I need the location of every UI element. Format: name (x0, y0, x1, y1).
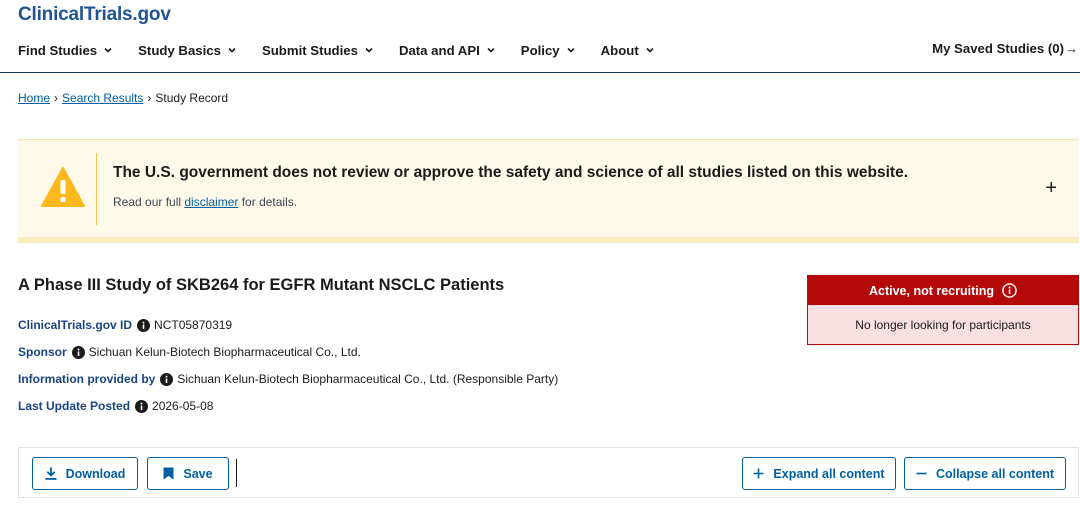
nav-data-and-api[interactable]: Data and API (399, 43, 496, 58)
breadcrumb: Home › Search Results › Study Record (18, 91, 228, 105)
logo-suffix: .gov (132, 4, 171, 25)
disclaimer-title: The U.S. government does not review or a… (113, 164, 909, 181)
collapse-all-label: Collapse all content (935, 466, 1055, 481)
recruitment-status-label: Active, not recruiting (868, 283, 995, 298)
nav-study-basics[interactable]: Study Basics (138, 43, 237, 58)
chevron-down-icon (487, 47, 495, 53)
main-nav: Find Studies Study Basics Submit Studies… (18, 41, 680, 59)
breadcrumb-current: Study Record (155, 91, 229, 105)
disclaimer-link[interactable]: disclaimer (184, 195, 238, 209)
save-button[interactable]: Save (147, 457, 229, 490)
information-provided-label: Information provided by (18, 372, 156, 386)
toolbar-divider (236, 459, 237, 487)
nav-submit-studies[interactable]: Submit Studies (262, 43, 374, 58)
header-divider (0, 72, 1080, 73)
last-update-label: Last Update Posted (18, 399, 131, 413)
plus-icon (753, 468, 764, 479)
sponsor-row: Sponsor Sichuan Kelun-Biotech Biopharmac… (18, 345, 361, 359)
nav-label: Find Studies (18, 42, 98, 58)
study-id-label: ClinicalTrials.gov ID (18, 318, 133, 332)
disclaimer-banner: The U.S. government does not review or a… (18, 139, 1079, 243)
expand-all-button[interactable]: Expand all content (742, 457, 896, 490)
nav-find-studies[interactable]: Find Studies (18, 43, 113, 58)
info-icon[interactable] (137, 318, 151, 332)
information-provided-row: Information provided by Sichuan Kelun-Bi… (18, 372, 558, 386)
warning-icon (41, 167, 85, 207)
collapse-all-button[interactable]: Collapse all content (904, 457, 1066, 490)
breadcrumb-separator: › (54, 91, 59, 105)
last-update-value: 2026-05-08 (152, 399, 214, 413)
nav-label: Submit Studies (261, 42, 358, 58)
download-icon (45, 467, 57, 480)
study-toolbar: Download Save Expand all content Collaps… (18, 447, 1079, 498)
chevron-down-icon (104, 47, 112, 53)
minus-icon (916, 472, 927, 475)
expand-disclaimer-button[interactable]: + (1045, 178, 1057, 198)
chevron-down-icon (228, 47, 236, 53)
site-logo[interactable]: ClinicalTrials.gov (18, 4, 171, 26)
recruitment-status-box: Active, not recruiting No longer looking… (807, 275, 1079, 345)
info-icon[interactable] (160, 372, 174, 386)
study-id-row: ClinicalTrials.gov ID NCT05870319 (18, 318, 232, 332)
recruitment-status-description: No longer looking for participants (808, 305, 1078, 344)
saved-studies-label: My Saved Studies (0) (932, 41, 1064, 56)
bookmark-icon (163, 467, 174, 480)
breadcrumb-search-results-link[interactable]: Search Results (62, 91, 143, 105)
chevron-down-icon (646, 47, 654, 53)
nav-about[interactable]: About (601, 43, 655, 58)
disclaimer-sub-before: Read our full (113, 195, 185, 209)
expand-all-label: Expand all content (773, 466, 885, 481)
arrow-right-icon: → (1065, 41, 1078, 56)
nav-label: Data and API (398, 42, 480, 58)
information-provided-value: Sichuan Kelun-Biotech Biopharmaceutical … (177, 372, 559, 386)
nav-label: About (600, 42, 639, 58)
breadcrumb-separator: › (147, 91, 152, 105)
info-icon[interactable] (135, 399, 149, 413)
nav-label: Study Basics (138, 42, 221, 58)
chevron-down-icon (365, 47, 373, 53)
saved-studies-link[interactable]: My Saved Studies (0) → (932, 41, 1078, 56)
disclaimer-sub-after: for details. (238, 195, 298, 209)
sponsor-value: Sichuan Kelun-Biotech Biopharmaceutical … (88, 345, 361, 359)
save-label: Save (183, 466, 213, 481)
info-icon[interactable] (1002, 283, 1017, 298)
download-label: Download (65, 466, 126, 481)
nav-label: Policy (520, 42, 560, 58)
disclaimer-divider (96, 153, 97, 225)
study-id-value: NCT05870319 (154, 318, 233, 332)
breadcrumb-home-link[interactable]: Home (18, 91, 50, 105)
logo-main: ClinicalTrials (18, 4, 133, 25)
disclaimer-subtext: Read our full disclaimer for details. (113, 195, 297, 209)
info-icon[interactable] (71, 345, 85, 359)
nav-policy[interactable]: Policy (521, 43, 576, 58)
study-title: A Phase III Study of SKB264 for EGFR Mut… (18, 276, 505, 294)
recruitment-status-header: Active, not recruiting (808, 276, 1078, 305)
last-update-row: Last Update Posted 2026-05-08 (18, 399, 213, 413)
chevron-down-icon (567, 47, 575, 53)
download-button[interactable]: Download (32, 457, 138, 490)
sponsor-label: Sponsor (18, 345, 67, 359)
